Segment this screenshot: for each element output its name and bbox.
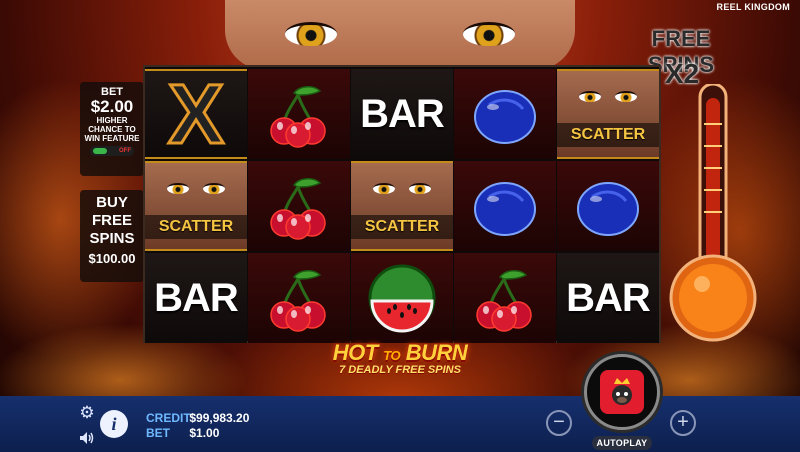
bar-symbol: BAR [566,275,651,320]
buy-label-2: FREE [91,212,132,229]
reel-cell-bar: BAR [351,69,453,159]
increase-bet-button[interactable]: + [670,410,696,436]
autoplay-button[interactable]: AUTOPLAY [592,436,652,450]
reel-cell-cherry [454,253,556,343]
scatter-symbol: SCATTER [557,123,659,147]
cherry-icon [270,178,326,240]
ante-bet-panel[interactable]: BET $2.00 HIGHER CHANCE TO WIN FEATURE O… [80,82,144,176]
cherry-icon [476,270,532,332]
scatter-symbol: SCATTER [351,215,453,239]
scatter-symbol: SCATTER [145,215,247,239]
buy-price: $100.00 [88,251,136,266]
reel-cell-cherry [248,161,350,251]
buy-free-spins-button[interactable]: BUY FREE SPINS $100.00 [80,190,144,282]
scatter-eye-icon [579,91,601,102]
credit-label: CREDIT [146,411,191,425]
reel-cell-scatter: SCATTER [351,161,453,251]
buy-label-3: SPINS [89,230,135,247]
credit-value: $99,983.20 [189,411,250,425]
bet-label: BET [146,426,170,440]
watermelon-icon [368,264,436,333]
reel-cell-scatter: SCATTER [145,161,247,251]
bar-symbol: BAR [360,91,445,136]
logo-burn: BURN [405,340,468,365]
reel-cell-cherry [248,253,350,343]
decrease-bet-button[interactable]: − [546,410,572,436]
reel-cell-plum [454,161,556,251]
monkey-king-icon [600,370,644,414]
buy-label-1: BUY [96,194,128,211]
spin-button[interactable] [584,354,660,430]
plum-icon [474,90,536,144]
logo-to: TO [383,348,401,363]
eye-right-icon [463,22,515,46]
reel-cell-watermelon [351,253,453,343]
gear-icon[interactable]: ⚙ [78,403,96,422]
reel-cell-x: X [145,69,247,159]
bet-display: BET $1.00 [146,426,219,440]
scatter-eye-icon [615,91,637,102]
provider-logo: REEL KINGDOM [716,2,790,12]
reel-cell-cherry [248,69,350,159]
game-logo: HOT TO BURN 7 DEADLY FREE SPINS [300,340,500,384]
cherry-icon [270,86,326,148]
reel-cell-plum [557,161,659,251]
reel-cell-bar: BAR [145,253,247,343]
x-symbol: X [166,69,225,159]
bet-value: $1.00 [189,426,220,440]
eye-left-icon [285,22,337,46]
woman-face-artwork [225,0,575,70]
ante-bet-description: HIGHER CHANCE TO WIN FEATURE [84,116,140,143]
reel-cell-scatter: SCATTER [557,69,659,159]
credit-display: CREDIT $99,983.20 [146,411,249,425]
plum-icon [474,182,536,236]
info-button[interactable]: i [100,410,128,438]
scatter-eye-icon [409,183,431,194]
bar-symbol: BAR [154,275,239,320]
logo-title: HOT TO BURN [300,340,500,366]
ante-bet-amount: $2.00 [90,97,134,116]
toggle-knob [93,148,107,154]
logo-subtitle: 7 DEADLY FREE SPINS [339,364,461,376]
scatter-eye-icon [203,183,225,194]
speaker-icon[interactable] [78,430,96,446]
thermometer-icon [669,84,757,342]
reel-grid: X BAR SCATTER SCATTER SCATTER BAR BAR [143,65,661,343]
reel-cell-plum [454,69,556,159]
logo-hot: HOT [332,340,378,365]
cherry-icon [270,270,326,332]
plum-icon [577,182,639,236]
toggle-state-label: OFF [119,148,131,154]
reel-cell-bar: BAR [557,253,659,343]
ante-bet-toggle[interactable]: OFF [90,146,134,156]
scatter-eye-icon [167,183,189,194]
scatter-eye-icon [373,183,395,194]
